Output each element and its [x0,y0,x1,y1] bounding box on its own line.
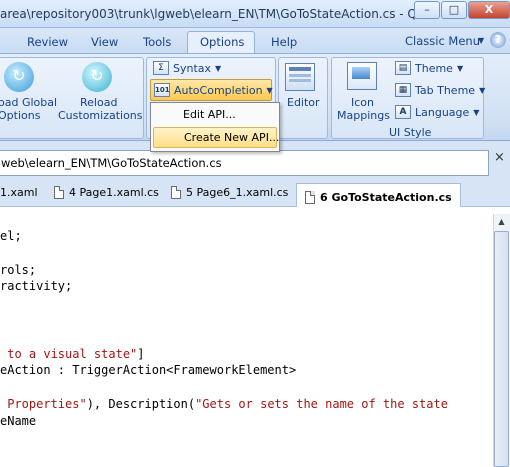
icon-mappings-label-1[interactable]: Icon [351,96,374,109]
code-line: el; [0,229,22,243]
document-icon [171,186,181,199]
tab-review[interactable]: Review [27,35,68,49]
tab-tools[interactable]: Tools [143,35,171,49]
code-token: el; [0,229,22,243]
menu-item-create-new-api[interactable]: Create New API... [153,127,279,148]
tab-theme-icon: ▦ [395,83,411,97]
classic-menu-label[interactable]: Classic Menu [405,34,480,48]
doc-tab-1-xaml[interactable]: 1.xaml [0,186,38,199]
code-token: Properties" [0,397,87,411]
window-title: area\repository003\trunk\lgweb\elearn_EN… [0,7,431,21]
code-editor[interactable] [0,207,510,467]
autocompletion-label: AutoCompletion [174,83,263,97]
chevron-down-icon: ▼ [479,85,486,95]
tab-view[interactable]: View [91,35,118,49]
doc-tab-page1-xaml-cs[interactable]: 4 Page1.xaml.cs [54,186,159,199]
code-line: ractivity; [0,279,72,293]
code-token: ), Description( [86,397,196,411]
chevron-down-icon: ▼ [473,107,480,117]
code-token: eAction : TriggerAction<FrameworkElement… [0,363,297,378]
code-token: rols; [0,262,37,277]
document-icon [305,191,315,204]
code-line: to a visual state"] [0,346,145,361]
syntax-label: Syntax [173,61,212,75]
tab-theme-button[interactable]: ▦ Tab Theme ▼ [395,83,485,97]
theme-button[interactable]: ▤ Theme ▼ [395,61,463,75]
doc-tab-label: 1.xaml [0,186,38,199]
autocompletion-button[interactable]: 101 AutoCompletion ▼ [150,79,273,101]
reload-customizations-icon[interactable]: ↻ [82,62,112,92]
chevron-down-icon: ▼ [266,85,273,95]
syntax-button[interactable]: Σ Syntax ▼ [153,61,221,75]
code-token: to a visual state" [0,346,138,361]
language-label: Language [415,105,470,119]
chevron-down-icon: ▼ [215,63,222,73]
reload-global-label-2[interactable]: Options [0,109,40,122]
autocompletion-icon: 101 [154,83,170,97]
editor-icon[interactable] [285,63,315,91]
code-line: eAction : TriggerAction<FrameworkElement… [0,363,296,377]
doc-tab-label: 4 Page1.xaml.cs [69,186,159,199]
code-token: eName [0,413,37,428]
reload-global-label-1[interactable]: oad Global [0,96,57,109]
code-line: eName [0,414,36,428]
icon-mappings-icon[interactable] [347,62,377,90]
code-token: "Gets or sets the name of the state [195,397,448,411]
maximize-button[interactable]: □ [441,1,467,19]
reload-customizations-label-2[interactable]: Customizations [58,109,143,122]
ui-style-group-label: UI Style [389,126,432,139]
file-path-field[interactable]: web\elearn_EN\TM\GoToStateAction.cs [0,150,489,176]
tab-options[interactable]: Options [187,31,256,55]
icon-mappings-label-2[interactable]: Mappings [337,109,390,122]
document-icon [54,186,64,199]
doc-tab-label: 6 GoToStateAction.cs [320,191,452,204]
code-line: rols; [0,263,36,277]
menu-item-edit-api[interactable]: Edit API... [153,105,277,126]
minimize-button[interactable]: – [414,1,440,19]
scroll-up-icon[interactable]: ▲ [494,214,509,229]
theme-icon: ▤ [395,61,411,75]
autocompletion-dropdown: Edit API... Create New API... [150,102,280,152]
theme-label: Theme [415,61,453,75]
doc-tab-gotostateaction-cs[interactable]: 6 GoToStateAction.cs [296,183,461,208]
chevron-down-icon: ▼ [456,63,464,73]
code-token: ] [137,346,145,361]
reload-global-icon[interactable]: ↻ [4,62,34,92]
language-button[interactable]: A Language ▼ [395,105,479,119]
language-icon: A [395,105,411,119]
tab-help[interactable]: Help [271,35,297,49]
close-button[interactable]: X [468,1,510,19]
code-line: Properties"), Description("Gets or sets … [0,397,448,411]
code-token: ractivity; [0,279,73,294]
close-path-icon[interactable]: × [494,150,505,165]
tab-theme-label: Tab Theme [415,83,476,97]
doc-tab-page6-xaml-cs[interactable]: 5 Page6_1.xaml.cs [171,186,288,199]
chevron-down-icon[interactable]: ▼ [478,36,484,45]
editor-label[interactable]: Editor [287,96,320,109]
sigma-icon: Σ [153,61,169,75]
help-icon[interactable]: ? [490,32,506,48]
scrollbar-thumb[interactable] [494,231,509,467]
doc-tab-label: 5 Page6_1.xaml.cs [186,186,289,199]
reload-customizations-label-1[interactable]: Reload [80,96,117,109]
